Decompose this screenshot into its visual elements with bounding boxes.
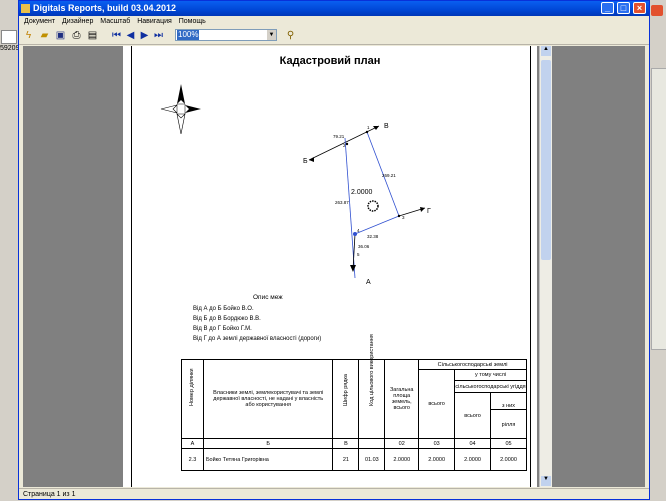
- menu-navigation[interactable]: Навигация: [137, 18, 172, 25]
- scroll-up-icon[interactable]: ▲: [541, 46, 551, 56]
- new-document-icon: [1, 30, 17, 44]
- header-cell: у тому числі: [454, 369, 527, 381]
- app-icon: [21, 4, 30, 13]
- table-cell: Бойко Тетяна Григорівна: [202, 448, 334, 471]
- background-close-icon: [651, 5, 663, 16]
- vertex-label: 1: [367, 125, 370, 130]
- table-cell: 02: [384, 438, 420, 449]
- boundary-row: Від А до Б Бойко В.О.: [193, 306, 254, 312]
- description-heading: Опис меж: [253, 294, 283, 301]
- edge-length-label: 36.06: [358, 244, 370, 249]
- table-cell: 03: [418, 438, 456, 449]
- background-scrollbar: [651, 68, 666, 350]
- plot-area-label: 2.0000: [351, 189, 373, 196]
- lightning-icon[interactable]: ϟ: [23, 30, 34, 41]
- print-setup-icon[interactable]: ▤: [87, 30, 98, 41]
- header-cell: з них рілля: [490, 392, 527, 439]
- vertex-label: 5: [357, 252, 360, 257]
- header-cell: всього: [454, 392, 492, 439]
- point-label-v: В: [384, 123, 389, 130]
- window-title: Digitals Reports, build 03.04.2012: [33, 3, 177, 13]
- background-app-text: 59209: [0, 45, 20, 52]
- print-icon[interactable]: ⎙: [71, 30, 82, 41]
- header-cell: Код цільового використання: [358, 334, 386, 439]
- table-cell: 2.0000: [418, 448, 456, 471]
- close-button[interactable]: ×: [633, 2, 646, 14]
- table-cell: 2.0000: [384, 448, 420, 471]
- binoculars-icon[interactable]: ⚲: [285, 30, 296, 41]
- land-table: Номер ділянки Власники землі, землекорис…: [181, 334, 527, 471]
- open-folder-icon[interactable]: ▰: [39, 30, 50, 41]
- table-cell: 2.3: [181, 448, 204, 471]
- zoom-value: 100%: [177, 30, 200, 40]
- table-cell: 21: [332, 448, 360, 471]
- boundary-description: Від А до Б Бойко В.О. Від Б до В Бордюко…: [193, 304, 321, 344]
- edge-length-label: 79.21: [333, 134, 345, 139]
- next-page-icon[interactable]: ▶: [139, 30, 150, 41]
- point-label-g: Г: [427, 208, 431, 215]
- boundary-row: Від Г до А землі державної власності (до…: [193, 336, 322, 342]
- scroll-down-icon[interactable]: ▼: [541, 476, 551, 486]
- toolbar: ϟ ▰ ▣ ⎙ ▤ ⏮ ◀ ▶ ⏭ 100% ▼ ⚲: [19, 28, 649, 45]
- menu-designer[interactable]: Дизайнер: [62, 18, 93, 25]
- header-cell: Сільськогосподарські землі: [418, 359, 527, 370]
- point-label-a: А: [366, 279, 371, 286]
- save-icon[interactable]: ▣: [55, 30, 66, 41]
- table-cell: 2.0000: [454, 448, 492, 471]
- arrows: [309, 126, 425, 272]
- edge-length-label: 263.87: [335, 200, 349, 205]
- minimize-button[interactable]: _: [601, 2, 614, 14]
- header-cell: Власники землі, землекористувачі та земл…: [202, 359, 334, 439]
- vertex-label: 3: [402, 215, 405, 220]
- zoom-select[interactable]: 100% ▼: [175, 29, 277, 41]
- background-app-right: [648, 0, 666, 500]
- table-cell: 01.03: [358, 448, 386, 471]
- vertex-marker: [365, 130, 369, 134]
- point-label-b: Б: [303, 158, 308, 165]
- header-cell: Загальна площа земель, всього: [384, 359, 420, 439]
- preview-area: Кадастровий план Б В Г А 2.0000 79.21 26…: [23, 46, 645, 487]
- edge-length-label: 32.38: [367, 234, 379, 239]
- status-bar: Страница 1 из 1: [19, 488, 649, 501]
- table-cell: А: [181, 438, 204, 449]
- compass-icon: [160, 84, 201, 135]
- edge-length-label: 269.21: [382, 173, 396, 178]
- table-cell: Б: [202, 438, 334, 449]
- table-cell: В: [332, 438, 360, 449]
- vertex-marker: [397, 214, 401, 218]
- table-cell: 2.0000: [490, 448, 527, 471]
- table-row: 2.3 Бойко Тетяна Григорівна 21 01.03 2.0…: [181, 448, 527, 471]
- report-page: Кадастровий план Б В Г А 2.0000 79.21 26…: [123, 46, 537, 487]
- header-cell: Шифр рядка: [332, 359, 360, 439]
- previous-page-icon[interactable]: ◀: [125, 30, 136, 41]
- last-page-icon[interactable]: ⏭: [153, 30, 164, 41]
- report-viewer-window: Digitals Reports, build 03.04.2012 _ □ ×…: [18, 0, 650, 500]
- scrollbar-thumb[interactable]: [541, 60, 551, 260]
- maximize-button[interactable]: □: [617, 2, 630, 14]
- boundary-row: Від Б до В Бордюко В.В.: [193, 316, 261, 322]
- menu-scale[interactable]: Масштаб: [100, 18, 130, 25]
- header-cell: Номер ділянки: [181, 359, 204, 439]
- menu-bar: Документ Дизайнер Масштаб Навигация Помо…: [19, 16, 649, 28]
- menu-document[interactable]: Документ: [24, 18, 55, 25]
- page-status: Страница 1 из 1: [23, 491, 76, 498]
- index-row: А Б В 02 03 04 05: [181, 438, 527, 449]
- vertical-scrollbar[interactable]: ▲ ▼: [539, 46, 552, 487]
- chevron-down-icon[interactable]: ▼: [267, 30, 276, 40]
- title-bar: Digitals Reports, build 03.04.2012 _ □ ×: [19, 1, 649, 16]
- table-cell: 05: [490, 438, 527, 449]
- menu-help[interactable]: Помощь: [179, 18, 206, 25]
- first-page-icon[interactable]: ⏮: [111, 30, 122, 41]
- boundary-lines: [308, 125, 426, 279]
- header-cell: всього: [418, 369, 456, 439]
- vertex-marker: [345, 142, 349, 146]
- object-marker: [367, 200, 379, 212]
- cadastral-plan: Б В Г А 2.0000 79.21 269.21 263.87 32.38…: [160, 84, 431, 286]
- header-cell: сільськогосподарські угіддя: [454, 380, 527, 393]
- table-cell: 04: [454, 438, 492, 449]
- boundary-row: Від В до Г Бойко Г.М.: [193, 326, 252, 332]
